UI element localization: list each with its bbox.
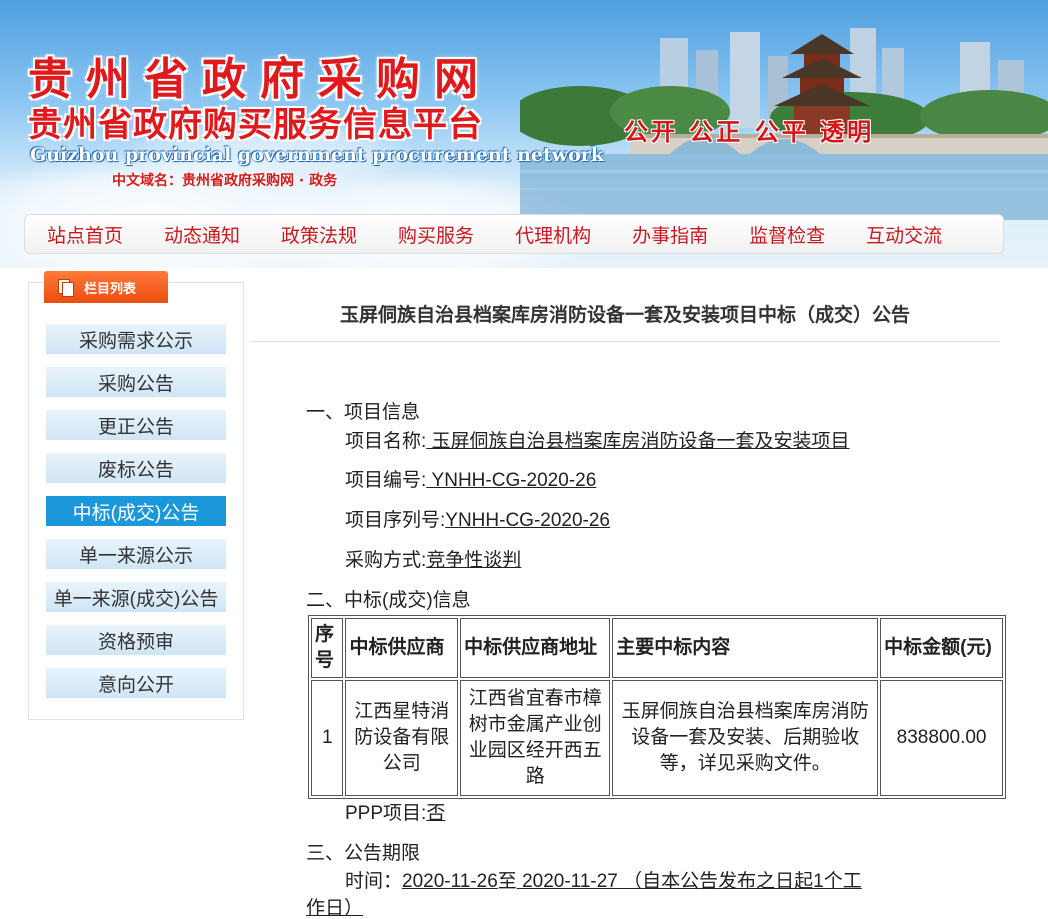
project-seq-value: YNHH-CG-2020-26 [445, 510, 611, 531]
table-header-cell: 主要中标内容 [612, 618, 879, 678]
project-no-value: YNHH-CG-2020-26 [426, 470, 597, 491]
award-table: 序号 中标供应商 中标供应商地址 主要中标内容 中标金额(元) 1 江西星特消防… [308, 615, 1006, 799]
table-header-row: 序号 中标供应商 中标供应商地址 主要中标内容 中标金额(元) [311, 618, 1003, 678]
section3-heading: 三、公告期限 [306, 843, 421, 864]
project-seq-label: 项目序列号: [345, 510, 446, 531]
period-row-wrap: 作日） [306, 897, 363, 919]
table-header-cell: 中标供应商地址 [460, 618, 611, 678]
section1-heading: 一、项目信息 [306, 402, 421, 423]
section2-heading: 二、中标(成交)信息 [306, 590, 471, 611]
period-start: 2020-11-26 [402, 871, 498, 892]
nav-item-purchase-service[interactable]: 购买服务 [398, 221, 474, 248]
nav-item-policy[interactable]: 政策法规 [281, 221, 357, 248]
site-title-english: Guizhou provincial government procuremen… [30, 144, 604, 166]
project-seq-row: 项目序列号:YNHH-CG-2020-26 [345, 509, 610, 533]
sidebar-item-correction[interactable]: 更正公告 [46, 410, 226, 440]
sidebar-item-demand[interactable]: 采购需求公示 [46, 324, 226, 354]
project-no-label: 项目编号: [345, 470, 427, 491]
period-end: 2020-11-27 （自本公告发布之日起1个工 [516, 871, 862, 892]
slogan: 公开 公正 公平 透明 [624, 117, 875, 146]
site-subtitle: 贵州省政府购买服务信息平台 [28, 105, 483, 145]
project-no-row: 项目编号: YNHH-CG-2020-26 [345, 469, 596, 493]
main-nav: 站点首页 动态通知 政策法规 购买服务 代理机构 办事指南 监督检查 互动交流 [24, 214, 1004, 254]
ppp-label: PPP项目: [345, 803, 427, 824]
sidebar-item-intention[interactable]: 意向公开 [46, 668, 226, 698]
table-header-cell: 序号 [311, 618, 344, 678]
method-label: 采购方式: [345, 550, 427, 571]
title-divider [250, 341, 1000, 342]
method-value: 竞争性谈判 [426, 550, 522, 571]
site-title: 贵州省政府采购网 [28, 54, 492, 105]
nav-item-news[interactable]: 动态通知 [164, 221, 240, 248]
table-header-cell: 中标供应商 [345, 618, 459, 678]
project-name-value: 玉屏侗族自治县档案库房消防设备一套及安装项目 [426, 431, 850, 452]
sidebar-tab-label: 栏目列表 [84, 281, 137, 297]
table-row: 1 江西星特消防设备有限公司 江西省宜春市樟树市金属产业创业园区经开西五路 玉屏… [311, 680, 1003, 796]
ppp-value: 否 [426, 803, 446, 824]
document-list-icon [56, 278, 74, 297]
period-separator: 至 [497, 871, 517, 892]
table-cell-address: 江西省宜春市樟树市金属产业创业园区经开西五路 [460, 680, 611, 796]
nav-item-guide[interactable]: 办事指南 [632, 221, 708, 248]
page-title: 玉屏侗族自治县档案库房消防设备一套及安装项目中标（成交）公告 [339, 304, 910, 326]
table-cell-content: 玉屏侗族自治县档案库房消防设备一套及安装、后期验收等，详见采购文件。 [612, 680, 879, 796]
period-row: 时间：2020-11-26至 2020-11-27 （自本公告发布之日起1个工 [345, 870, 862, 894]
sidebar-item-single-source[interactable]: 单一来源公示 [46, 539, 226, 569]
ppp-row: PPP项目:否 [345, 802, 445, 826]
nav-item-supervision[interactable]: 监督检查 [749, 221, 825, 248]
sidebar-item-announcement[interactable]: 采购公告 [46, 367, 226, 397]
nav-item-interaction[interactable]: 互动交流 [866, 221, 942, 248]
sidebar-item-award[interactable]: 中标(成交)公告 [46, 496, 226, 526]
table-cell-supplier: 江西星特消防设备有限公司 [345, 680, 459, 796]
table-cell-index: 1 [311, 680, 344, 796]
sidebar-item-prequalification[interactable]: 资格预审 [46, 625, 226, 655]
sidebar-item-invalid[interactable]: 废标公告 [46, 453, 226, 483]
project-name-label: 项目名称: [345, 431, 427, 452]
site-domain: 中文域名：贵州省政府采购网 · 政务 [112, 173, 338, 189]
period-label: 时间： [345, 871, 403, 892]
period-end-wrap: 作日） [306, 898, 364, 919]
nav-item-home[interactable]: 站点首页 [47, 221, 123, 248]
nav-item-agency[interactable]: 代理机构 [515, 221, 591, 248]
sidebar-tab: 栏目列表 [44, 271, 168, 303]
table-header-cell: 中标金额(元) [880, 618, 1003, 678]
table-cell-amount: 838800.00 [880, 680, 1003, 796]
method-row: 采购方式:竞争性谈判 [345, 549, 521, 573]
project-name-row: 项目名称: 玉屏侗族自治县档案库房消防设备一套及安装项目 [345, 430, 850, 454]
sidebar-item-single-source-award[interactable]: 单一来源(成交)公告 [46, 582, 226, 612]
